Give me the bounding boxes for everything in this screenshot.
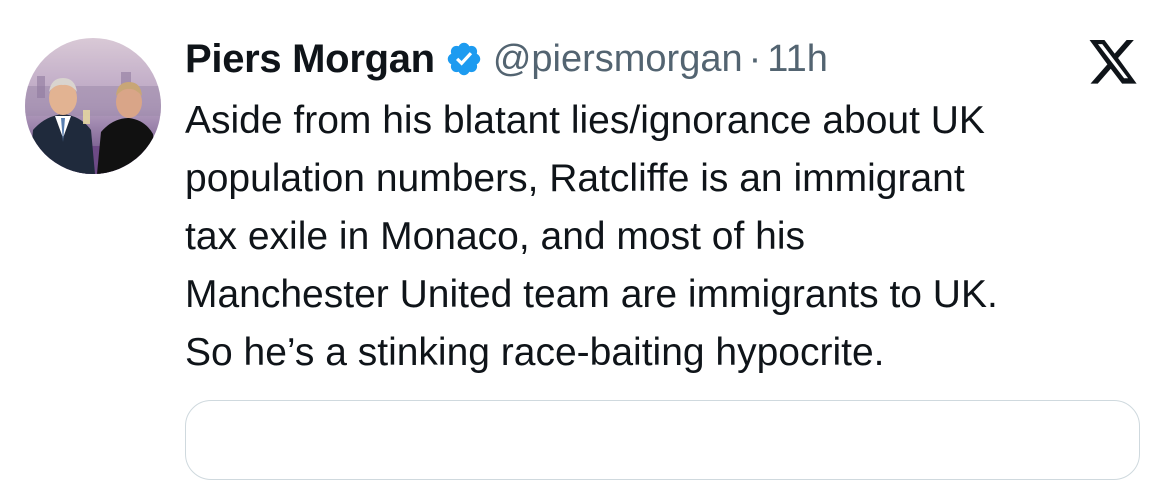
tweet[interactable]: Piers Morgan @piersmorgan · 11h Aside fr… <box>0 0 1170 480</box>
author-avatar[interactable] <box>25 38 161 174</box>
tweet-text-line: tax exile in Monaco, and most of his <box>185 215 805 258</box>
verified-badge-icon[interactable] <box>445 40 483 78</box>
embedded-card[interactable] <box>185 400 1140 480</box>
author-display-name[interactable]: Piers Morgan <box>185 37 435 82</box>
avatar-photo <box>25 38 161 174</box>
tweet-timestamp[interactable]: 11h <box>767 38 828 81</box>
tweet-text: Aside from his blatant lies/ignorance ab… <box>185 92 1155 382</box>
tweet-text-line: Aside from his blatant lies/ignorance ab… <box>185 99 985 142</box>
tweet-header: Piers Morgan @piersmorgan · 11h <box>185 30 828 88</box>
separator-dot: · <box>748 37 762 80</box>
author-handle[interactable]: @piersmorgan <box>493 38 743 81</box>
x-logo-icon <box>1086 40 1140 88</box>
tweet-text-line: So he’s a stinking race-baiting hypocrit… <box>185 331 885 374</box>
tweet-text-line: population numbers, Ratcliffe is an immi… <box>185 157 965 200</box>
tweet-text-line: Manchester United team are immigrants to… <box>185 273 998 316</box>
